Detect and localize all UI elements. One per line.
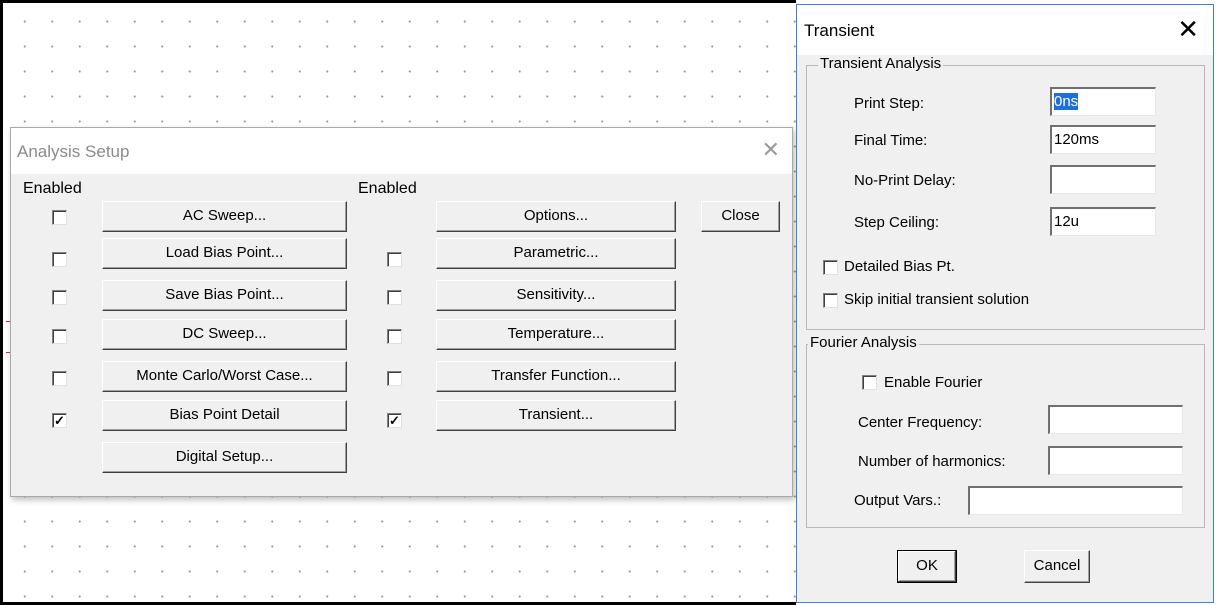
transient-titlebar[interactable]: Transient ✕: [797, 5, 1213, 55]
fourier-analysis-legend: Fourier Analysis: [808, 334, 919, 351]
analysis-setup-title: Analysis Setup: [17, 142, 130, 161]
temperature-button[interactable]: Temperature...: [436, 319, 676, 350]
detailed-bias-checkbox[interactable]: [823, 260, 838, 275]
no-print-delay-label: No-Print Delay:: [854, 172, 956, 189]
bias-point-detail-checkbox[interactable]: ✓: [52, 413, 67, 428]
output-vars-field[interactable]: [968, 486, 1183, 515]
final-time-label: Final Time:: [854, 132, 928, 149]
transient-dialog: Transient ✕ Transient Analysis Print Ste…: [796, 4, 1214, 603]
transient-button[interactable]: Transient...: [436, 400, 676, 431]
options-button[interactable]: Options...: [436, 201, 676, 232]
number-of-harmonics-label: Number of harmonics:: [858, 453, 1006, 470]
load-bias-point-checkbox[interactable]: [52, 252, 67, 267]
center-frequency-field[interactable]: [1048, 405, 1183, 434]
digital-setup-button[interactable]: Digital Setup...: [102, 442, 347, 473]
dc-sweep-checkbox[interactable]: [52, 329, 67, 344]
temperature-checkbox[interactable]: [387, 329, 402, 344]
close-icon[interactable]: ✕: [762, 139, 780, 161]
step-ceiling-field[interactable]: 12u: [1050, 207, 1156, 236]
monte-carlo-checkbox[interactable]: [52, 371, 67, 386]
transfer-function-checkbox[interactable]: [387, 371, 402, 386]
parametric-checkbox[interactable]: [387, 252, 402, 267]
enabled-header-right: Enabled: [358, 180, 417, 197]
close-icon[interactable]: ✕: [1177, 16, 1199, 42]
analysis-setup-dialog: Analysis Setup ✕ Enabled Enabled AC Swee…: [10, 127, 793, 497]
ac-sweep-checkbox[interactable]: [52, 210, 67, 225]
save-bias-point-button[interactable]: Save Bias Point...: [102, 280, 347, 311]
enable-fourier-checkbox[interactable]: [862, 375, 877, 390]
detailed-bias-label: Detailed Bias Pt.: [844, 258, 955, 275]
cancel-button[interactable]: Cancel: [1024, 550, 1090, 583]
sensitivity-button[interactable]: Sensitivity...: [436, 280, 676, 311]
no-print-delay-field[interactable]: [1050, 165, 1156, 194]
enable-fourier-label: Enable Fourier: [884, 374, 983, 391]
transient-checkbox[interactable]: ✓: [387, 413, 402, 428]
analysis-setup-titlebar[interactable]: Analysis Setup ✕: [11, 128, 792, 174]
output-vars-label: Output Vars.:: [854, 492, 942, 509]
ok-button[interactable]: OK: [897, 550, 957, 583]
sensitivity-checkbox[interactable]: [387, 290, 402, 305]
number-of-harmonics-field[interactable]: [1048, 446, 1183, 475]
monte-carlo-button[interactable]: Monte Carlo/Worst Case...: [102, 361, 347, 392]
parametric-button[interactable]: Parametric...: [436, 238, 676, 269]
transient-analysis-legend: Transient Analysis: [818, 55, 944, 72]
step-ceiling-label: Step Ceiling:: [854, 214, 940, 231]
enabled-header-left: Enabled: [23, 180, 82, 197]
print-step-value: 0ns: [1054, 93, 1079, 110]
close-button[interactable]: Close: [701, 201, 780, 232]
bias-point-detail-button[interactable]: Bias Point Detail: [102, 400, 347, 431]
center-frequency-label: Center Frequency:: [858, 414, 983, 431]
ac-sweep-button[interactable]: AC Sweep...: [102, 201, 347, 232]
final-time-field[interactable]: 120ms: [1050, 125, 1156, 154]
save-bias-point-checkbox[interactable]: [52, 290, 67, 305]
skip-initial-checkbox[interactable]: [823, 293, 838, 308]
transfer-function-button[interactable]: Transfer Function...: [436, 361, 676, 392]
print-step-label: Print Step:: [854, 95, 925, 112]
load-bias-point-button[interactable]: Load Bias Point...: [102, 238, 347, 269]
transient-title: Transient: [804, 21, 875, 40]
print-step-field[interactable]: 0ns: [1050, 87, 1156, 116]
skip-initial-label: Skip initial transient solution: [844, 291, 1030, 308]
dc-sweep-button[interactable]: DC Sweep...: [102, 319, 347, 350]
